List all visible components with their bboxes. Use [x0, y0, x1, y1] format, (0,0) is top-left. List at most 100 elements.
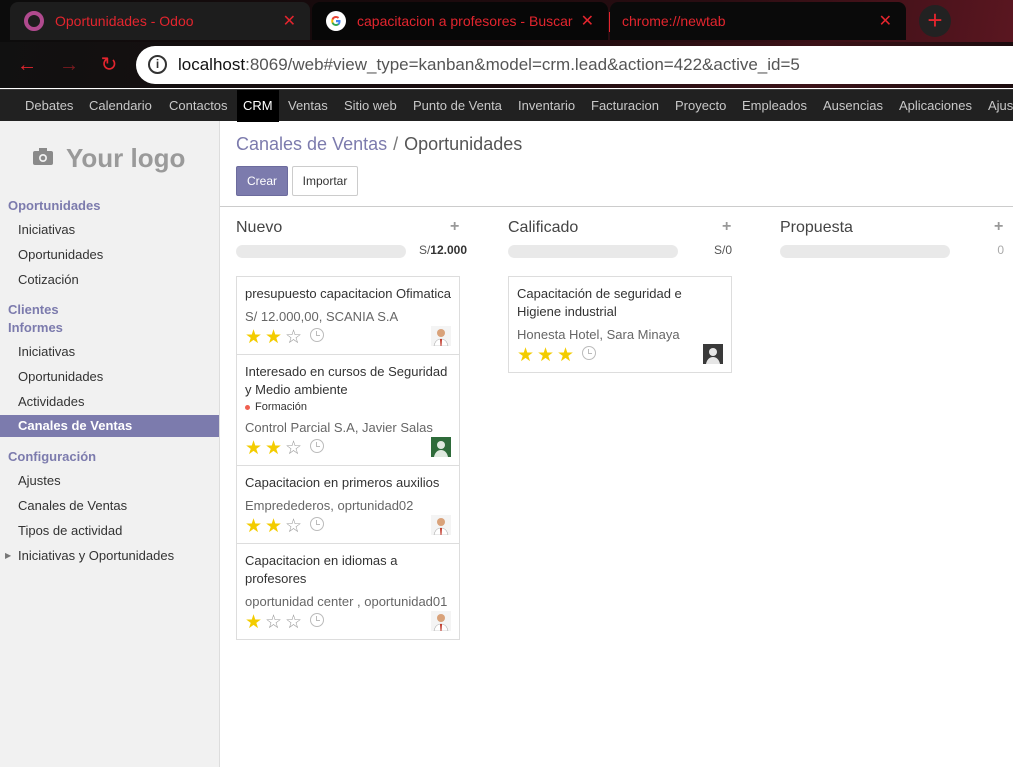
activity-clock-icon[interactable]: [310, 439, 324, 453]
menu-item-inventario[interactable]: Inventario: [518, 90, 575, 122]
priority-stars[interactable]: ★ ☆ ☆: [245, 613, 324, 632]
breadcrumb-parent[interactable]: Canales de Ventas: [236, 134, 387, 154]
card-title: Capacitacion en primeros auxilios: [245, 475, 440, 490]
sidebar-section-informes[interactable]: Informes: [8, 320, 63, 335]
add-card-icon[interactable]: +: [722, 218, 731, 236]
sidebar-section-oportunidades[interactable]: Oportunidades: [8, 198, 100, 213]
menu-item-debates[interactable]: Debates: [25, 90, 73, 122]
star-empty-icon[interactable]: ☆: [265, 613, 285, 632]
tab-title: Oportunidades - Odoo: [55, 13, 194, 29]
import-button[interactable]: Importar: [292, 166, 358, 196]
activity-clock-icon[interactable]: [310, 328, 324, 342]
company-logo[interactable]: Your logo: [22, 137, 200, 179]
kanban-card[interactable]: Capacitacion en idiomas a profesores opo…: [236, 543, 460, 640]
activity-clock-icon[interactable]: [582, 346, 596, 360]
kanban-card[interactable]: Interesado en cursos de Seguridad y Medi…: [236, 354, 460, 466]
star-filled-icon[interactable]: ★: [245, 517, 265, 536]
star-filled-icon[interactable]: ★: [265, 328, 285, 347]
star-filled-icon[interactable]: ★: [265, 517, 285, 536]
star-empty-icon[interactable]: ☆: [285, 439, 305, 458]
column-title-propuesta[interactable]: Propuesta: [780, 219, 853, 237]
priority-stars[interactable]: ★ ★ ☆: [245, 328, 324, 347]
priority-stars[interactable]: ★ ★ ★: [517, 346, 596, 365]
logo-text: Your logo: [66, 143, 186, 173]
sidebar-item-oportunidades[interactable]: Oportunidades: [18, 247, 103, 262]
activity-clock-icon[interactable]: [310, 613, 324, 627]
add-card-icon[interactable]: +: [450, 218, 459, 236]
sidebar-item-informes-oportunidades[interactable]: Oportunidades: [18, 369, 103, 384]
address-bar[interactable]: i localhost:8069/web#view_type=kanban&mo…: [136, 46, 1013, 84]
priority-stars[interactable]: ★ ★ ☆: [245, 439, 324, 458]
star-filled-icon[interactable]: ★: [265, 439, 285, 458]
column-progress-bar[interactable]: [508, 245, 678, 258]
sidebar-item-actividades[interactable]: Actividades: [18, 394, 84, 409]
info-icon[interactable]: i: [148, 55, 167, 74]
menu-item-facturacion[interactable]: Facturacion: [591, 90, 659, 122]
card-subtitle: Honesta Hotel, Sara Minaya: [517, 327, 680, 342]
avatar[interactable]: [431, 437, 451, 457]
star-filled-icon[interactable]: ★: [245, 439, 265, 458]
browser-toolbar: ← → ↻ i localhost:8069/web#view_type=kan…: [0, 42, 1013, 88]
star-empty-icon[interactable]: ☆: [285, 517, 305, 536]
menu-item-empleados[interactable]: Empleados: [742, 90, 807, 122]
kanban-card[interactable]: presupuesto capacitacion Ofimatica S/ 12…: [236, 276, 460, 355]
sidebar-item-iniciativas[interactable]: Iniciativas: [18, 222, 75, 237]
menu-item-calendario[interactable]: Calendario: [89, 90, 152, 122]
avatar[interactable]: [703, 344, 723, 364]
card-subtitle: S/ 12.000,00, SCANIA S.A: [245, 309, 399, 324]
column-progress-bar[interactable]: [780, 245, 950, 258]
card-tag[interactable]: Formación: [245, 401, 307, 413]
sidebar-item-cotizacion[interactable]: Cotización: [18, 272, 79, 287]
avatar[interactable]: [431, 326, 451, 346]
sidebar-item-canales-de-ventas-active[interactable]: Canales de Ventas: [0, 415, 219, 437]
page-title: Oportunidades: [404, 134, 523, 154]
star-filled-icon[interactable]: ★: [517, 346, 537, 365]
close-icon[interactable]: ✕: [581, 11, 594, 31]
star-empty-icon[interactable]: ☆: [285, 613, 305, 632]
sidebar-item-informes-iniciativas[interactable]: Iniciativas: [18, 344, 75, 359]
menu-item-ventas[interactable]: Ventas: [288, 90, 328, 122]
sidebar-item-iniciativas-y-oportunidades[interactable]: Iniciativas y Oportunidades: [18, 548, 174, 563]
column-title-nuevo[interactable]: Nuevo: [236, 219, 282, 237]
kanban-card[interactable]: Capacitación de seguridad e Higiene indu…: [508, 276, 732, 373]
sidebar-section-clientes[interactable]: Clientes: [8, 302, 59, 317]
activity-clock-icon[interactable]: [310, 517, 324, 531]
menu-item-ausencias[interactable]: Ausencias: [823, 90, 883, 122]
back-arrow-icon[interactable]: ←: [14, 52, 40, 78]
new-tab-button[interactable]: +: [919, 5, 951, 37]
card-title: Capacitación de seguridad e Higiene indu…: [517, 286, 682, 319]
avatar[interactable]: [431, 515, 451, 535]
menu-item-punto-de-venta[interactable]: Punto de Venta: [413, 90, 502, 122]
priority-stars[interactable]: ★ ★ ☆: [245, 517, 324, 536]
menu-item-aplicaciones[interactable]: Aplicaciones: [899, 90, 972, 122]
browser-tab-odoo[interactable]: Oportunidades - Odoo ✕: [10, 2, 310, 40]
star-filled-icon[interactable]: ★: [557, 346, 577, 365]
menu-item-sitio-web[interactable]: Sitio web: [344, 90, 397, 122]
star-filled-icon[interactable]: ★: [245, 613, 265, 632]
star-empty-icon[interactable]: ☆: [285, 328, 305, 347]
star-filled-icon[interactable]: ★: [245, 328, 265, 347]
kanban-card[interactable]: Capacitacion en primeros auxilios Empred…: [236, 465, 460, 544]
menu-item-ajustes[interactable]: Ajustes: [988, 90, 1013, 122]
menu-item-proyecto[interactable]: Proyecto: [675, 90, 726, 122]
close-icon[interactable]: ✕: [879, 11, 892, 31]
browser-tab-newtab[interactable]: chrome://newtab ✕: [610, 2, 906, 40]
menu-item-crm[interactable]: CRM: [237, 90, 279, 122]
url-text[interactable]: localhost:8069/web#view_type=kanban&mode…: [178, 55, 800, 75]
star-filled-icon[interactable]: ★: [537, 346, 557, 365]
reload-icon[interactable]: ↻: [96, 52, 122, 78]
sidebar-item-canales-de-ventas[interactable]: Canales de Ventas: [18, 498, 127, 513]
close-icon[interactable]: ✕: [283, 11, 296, 31]
column-total: S/0: [713, 243, 732, 257]
create-button[interactable]: Crear: [236, 166, 288, 196]
avatar[interactable]: [431, 611, 451, 631]
sidebar-item-tipos-de-actividad[interactable]: Tipos de actividad: [18, 523, 122, 538]
sidebar-section-configuracion[interactable]: Configuración: [8, 449, 96, 464]
browser-tab-google[interactable]: capacitacion a profesores - Buscar ✕: [312, 2, 608, 40]
menu-item-contactos[interactable]: Contactos: [169, 90, 228, 122]
sidebar-item-ajustes[interactable]: Ajustes: [18, 473, 61, 488]
add-card-icon[interactable]: +: [994, 218, 1003, 236]
forward-arrow-icon[interactable]: →: [56, 52, 82, 78]
caret-right-icon[interactable]: ▶: [5, 551, 11, 560]
column-title-calificado[interactable]: Calificado: [508, 219, 578, 237]
